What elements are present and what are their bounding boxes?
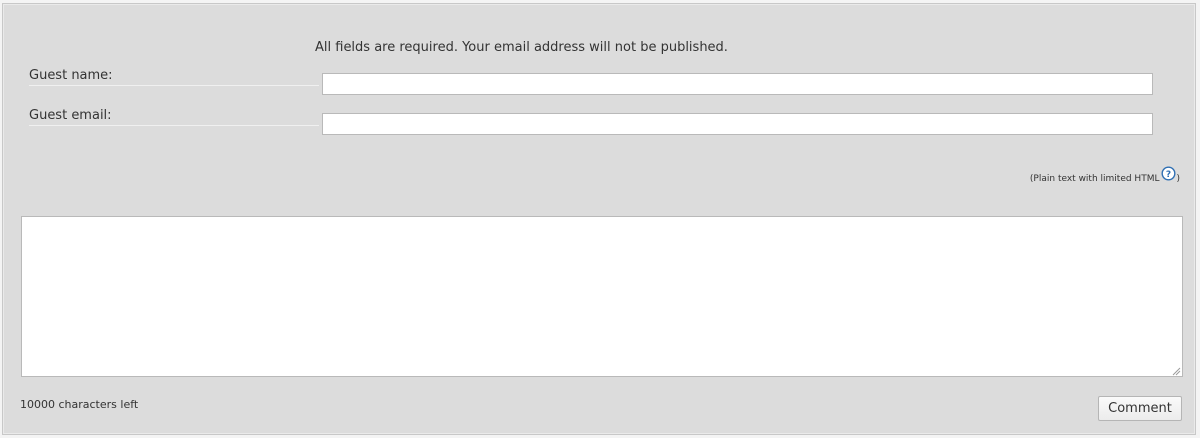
format-hint-close-paren: ) bbox=[1176, 174, 1180, 184]
format-hint: (Plain text with limited HTML ? ) bbox=[1030, 166, 1180, 184]
guest-name-label: Guest name: bbox=[29, 68, 113, 83]
guest-email-label-rule bbox=[29, 125, 319, 126]
guest-email-label: Guest email: bbox=[29, 108, 112, 123]
guest-email-input[interactable] bbox=[322, 113, 1153, 135]
characters-left-counter: 10000 characters left bbox=[20, 398, 139, 411]
comment-form-panel: All fields are required. Your email addr… bbox=[2, 3, 1196, 435]
comment-textarea[interactable] bbox=[21, 216, 1183, 377]
comment-submit-button[interactable]: Comment bbox=[1098, 396, 1182, 421]
resize-grip-icon[interactable] bbox=[1171, 366, 1181, 376]
question-circle-icon[interactable]: ? bbox=[1161, 166, 1176, 181]
svg-text:?: ? bbox=[1166, 170, 1171, 180]
guest-name-input[interactable] bbox=[322, 73, 1153, 95]
guest-name-label-rule bbox=[29, 85, 319, 86]
required-fields-notice: All fields are required. Your email addr… bbox=[315, 40, 728, 55]
format-hint-text: (Plain text with limited HTML bbox=[1029, 174, 1160, 184]
